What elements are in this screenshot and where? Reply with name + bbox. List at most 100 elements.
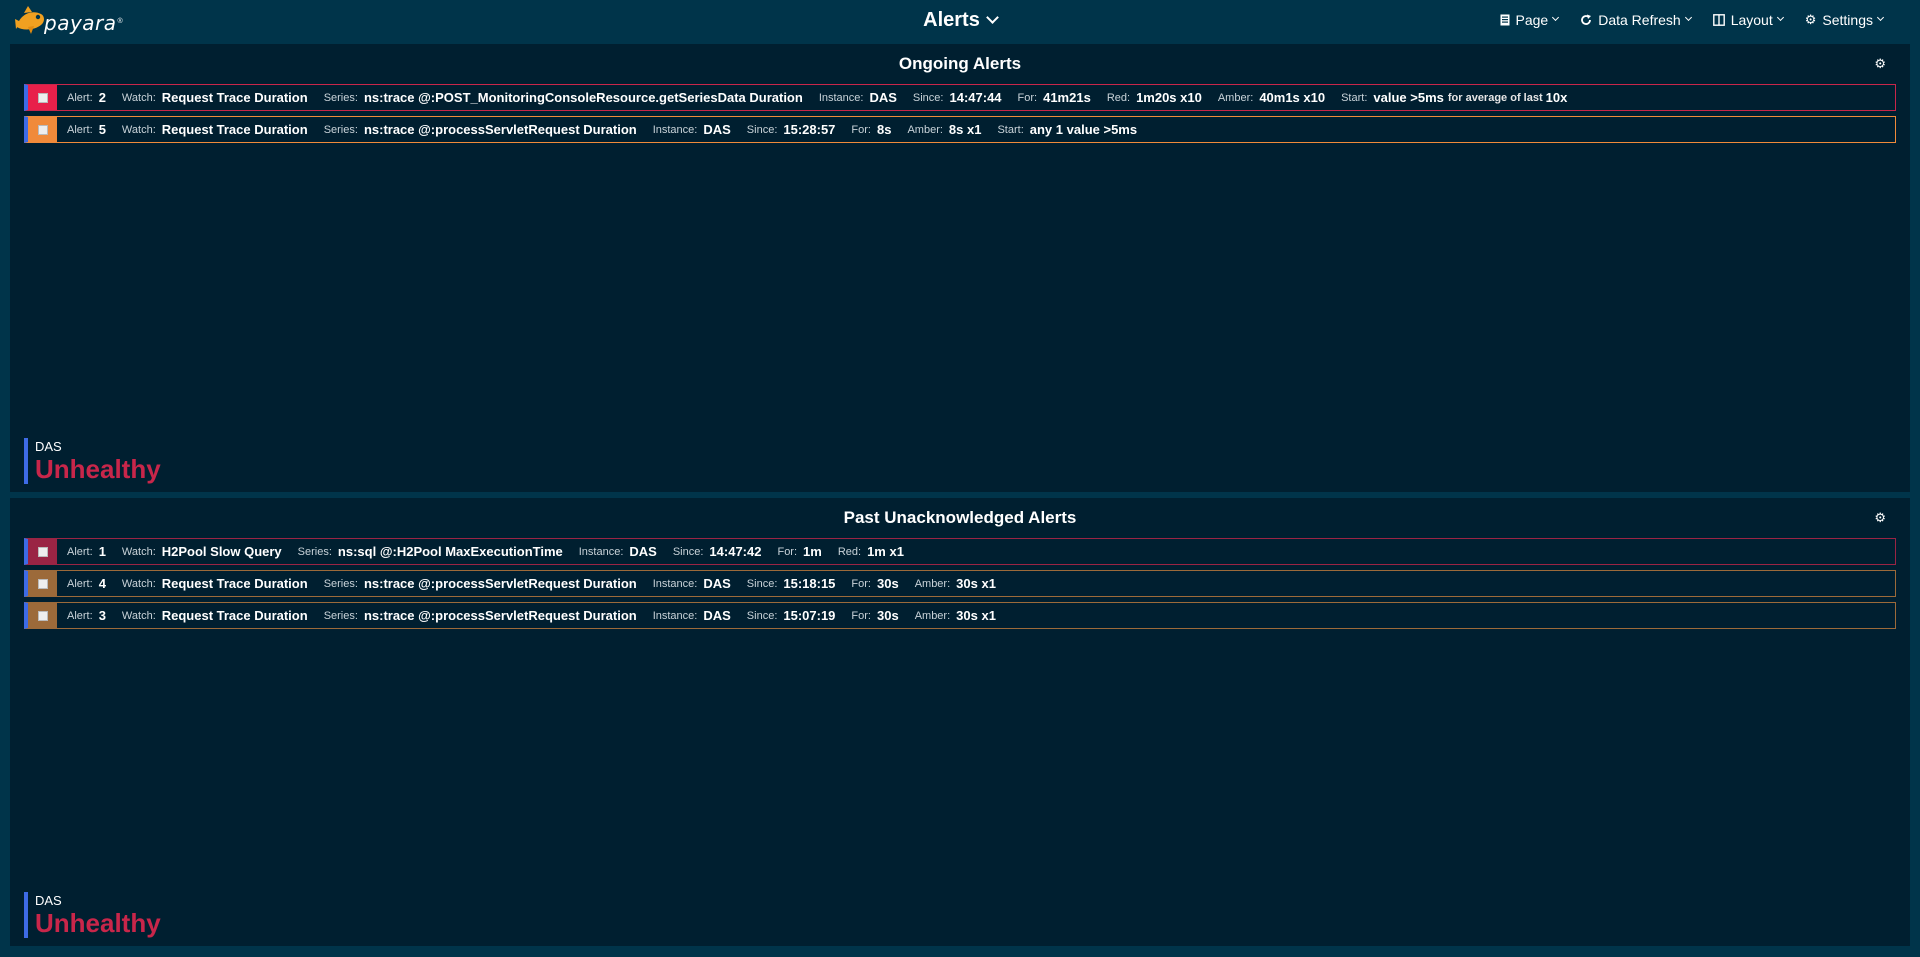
chevron-down-icon [1684,13,1692,21]
acknowledge-checkbox[interactable] [37,610,48,621]
series-name: ns:trace @:processServletRequest Duratio… [363,608,637,623]
alert-row[interactable]: Alert: 3 Watch: Request Trace Duration Ser… [24,602,1896,629]
settings-menu-label: Settings [1822,12,1873,28]
since-label: Since: [672,545,704,558]
instance-name: DAS [703,122,731,137]
since-label: Since: [746,577,778,590]
acknowledge-checkbox[interactable] [37,124,48,135]
layout-icon [1712,14,1725,26]
panel-title: Ongoing Alerts [898,54,1022,73]
series-name: ns:trace @:POST_MonitoringConsoleResourc… [363,90,803,105]
payara-logo[interactable]: payara ® [14,3,123,39]
series-name: ns:trace @:processServletRequest Duratio… [363,576,637,591]
alert-id: 2 [98,90,106,105]
settings-menu[interactable]: ⚙ Settings [1805,12,1885,28]
top-bar: payara ® Alerts Page Data Refresh Layout … [0,0,1920,44]
since-label: Since: [746,609,778,622]
health-status: Unhealthy [35,454,161,484]
instance-label: Instance: [652,577,698,590]
amber-value: 8s x1 [948,122,982,137]
alert-row[interactable]: Alert: 2 Watch: Request Trace Duration Ser… [24,84,1896,111]
chevron-down-icon [1552,13,1560,21]
acknowledge-checkbox[interactable] [37,92,48,103]
start-condition: value >5ms [1373,90,1444,105]
watch-name: Request Trace Duration [161,90,308,105]
alert-label: Alert: [67,545,93,558]
alert-id: 1 [98,544,106,559]
red-value: 1m x1 [867,544,904,559]
health-instance-name: DAS [35,439,62,454]
logo-text: payara [44,11,117,35]
top-menu: Page Data Refresh Layout ⚙ Settings [1478,12,1885,28]
past-unacknowledged-alerts-panel: Past Unacknowledged Alerts ⚙ Alert: 1 Wat… [10,498,1910,946]
for-duration: 41m21s [1043,90,1091,105]
chevron-down-icon [985,11,999,24]
for-label: For: [851,577,871,590]
watch-name: Request Trace Duration [161,608,308,623]
amber-label: Amber: [914,609,951,622]
alert-level-swatch [28,603,57,628]
amber-label: Amber: [1217,91,1254,104]
for-duration: 30s [876,608,899,623]
for-label: For: [851,123,871,136]
start-count: 10x [1545,90,1568,105]
alert-level-swatch [28,85,57,110]
instance-health: DAS Unhealthy [24,438,161,484]
alert-row[interactable]: Alert: 4 Watch: Request Trace Duration Ser… [24,570,1896,597]
series-label: Series: [323,123,358,136]
alert-label: Alert: [67,609,93,622]
logo-trademark: ® [117,17,123,25]
alert-row[interactable]: Alert: 5 Watch: Request Trace Duration Ser… [24,116,1896,143]
instance-health: DAS Unhealthy [24,892,161,938]
start-label: Start: [997,123,1024,136]
for-label: For: [777,545,798,558]
since-time: 15:07:19 [783,608,836,623]
amber-value: 40m1s x10 [1259,90,1326,105]
instance-label: Instance: [652,123,698,136]
amber-value: 30s x1 [956,608,996,623]
alert-label: Alert: [67,123,93,136]
alert-id: 3 [98,608,106,623]
red-value: 1m20s x10 [1136,90,1202,105]
watch-label: Watch: [121,545,156,558]
start-note: for average of last [1447,91,1543,104]
for-label: For: [851,609,871,622]
page-menu[interactable]: Page [1500,12,1560,28]
alert-label: Alert: [67,91,93,104]
chevron-down-icon [1876,13,1885,21]
panel-settings-gear-icon[interactable]: ⚙ [1874,56,1886,72]
amber-value: 30s x1 [956,576,996,591]
alert-level-swatch [28,571,57,596]
data-refresh-menu[interactable]: Data Refresh [1580,12,1692,28]
start-label: Start: [1341,91,1368,104]
series-name: ns:trace @:processServletRequest Duratio… [363,122,637,137]
for-duration: 8s [876,122,892,137]
alert-row[interactable]: Alert: 1 Watch: H2Pool Slow Query Series: n… [24,538,1896,565]
panel-settings-gear-icon[interactable]: ⚙ [1874,510,1886,526]
instance-label: Instance: [578,545,624,558]
red-label: Red: [837,545,862,558]
series-label: Series: [323,91,358,104]
acknowledge-checkbox[interactable] [37,578,48,589]
chevron-down-icon [1776,13,1784,21]
watch-label: Watch: [121,609,156,622]
series-name: ns:sql @:H2Pool MaxExecutionTime [337,544,563,559]
watch-name: Request Trace Duration [161,576,308,591]
since-time: 15:28:57 [783,122,836,137]
layout-menu[interactable]: Layout [1712,12,1784,28]
series-label: Series: [323,609,358,622]
for-duration: 1m [803,544,822,559]
data-refresh-menu-label: Data Refresh [1598,12,1681,28]
since-label: Since: [912,91,944,104]
health-status: Unhealthy [35,908,161,938]
amber-label: Amber: [907,123,943,136]
panel-title: Past Unacknowledged Alerts [843,508,1077,527]
page-title-dropdown[interactable]: Alerts [923,9,999,31]
acknowledge-checkbox[interactable] [37,546,48,557]
since-time: 14:47:42 [709,544,762,559]
health-instance-name: DAS [35,893,62,908]
layout-menu-label: Layout [1730,12,1773,28]
page-menu-label: Page [1515,12,1549,28]
refresh-icon [1581,14,1592,25]
start-condition: any 1 value >5ms [1029,122,1138,137]
